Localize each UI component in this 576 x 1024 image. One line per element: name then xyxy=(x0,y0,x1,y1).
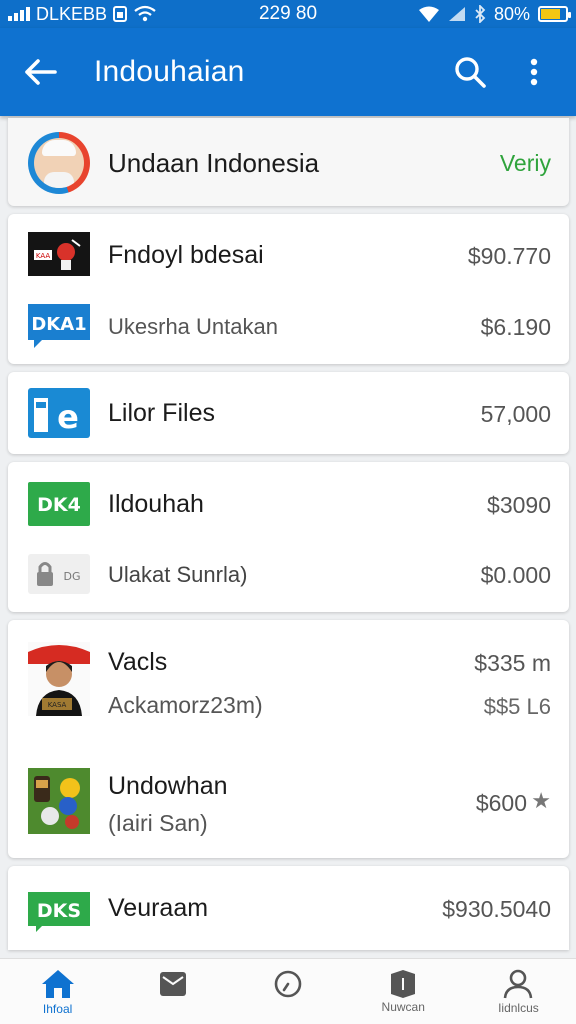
list-item[interactable]: DK4 Ildouhah $3090 xyxy=(8,462,569,542)
battery-icon xyxy=(538,6,571,22)
transaction-card: DK4 Ildouhah $3090 DG Ulakat Sunrla) $0.… xyxy=(8,462,569,612)
app-bar: Indouhaian xyxy=(0,28,576,116)
profile-card[interactable]: Undaan Indonesia Veriy xyxy=(8,118,569,206)
thumb-text: DKS xyxy=(37,900,81,922)
clock-icon xyxy=(274,970,302,997)
person-icon xyxy=(504,969,533,998)
nav-home[interactable]: Ihfoal xyxy=(0,959,115,1024)
transaction-card: KASA Vacls Ackamorz23m) $335 m $$5 L6 Un… xyxy=(8,620,569,858)
list-item[interactable]: KASA Vacls Ackamorz23m) $335 m $$5 L6 xyxy=(8,620,569,738)
item-subtitle: Ackamorz23m) xyxy=(108,692,263,718)
thumb-text: KASA xyxy=(48,701,67,709)
search-icon xyxy=(455,57,486,88)
verify-link[interactable]: Veriy xyxy=(500,150,551,177)
status-time: 229 80 xyxy=(258,3,318,24)
page-title: Indouhaian xyxy=(94,55,245,88)
search-button[interactable] xyxy=(446,48,494,96)
game-thumbnail-icon xyxy=(28,768,90,834)
item-amount: $600 xyxy=(475,790,527,816)
status-bar: DLKEBB 229 80 80% xyxy=(0,0,576,28)
bluetooth-icon xyxy=(475,5,486,23)
item-title: Veuraam xyxy=(108,894,209,922)
dk4-logo-icon: DK4 xyxy=(28,482,90,526)
item-title: Fndoyl bdesai xyxy=(108,241,264,269)
book-icon xyxy=(391,969,416,998)
item-amount: $930.5040 xyxy=(442,896,551,922)
back-button[interactable] xyxy=(20,52,60,92)
transaction-card: DKS Veuraam $930.5040 xyxy=(8,866,569,950)
avatar xyxy=(28,132,90,194)
list-item[interactable]: e Lilor Files 57,000 xyxy=(8,372,569,454)
thumb-text: DK4 xyxy=(37,494,81,516)
list-item[interactable]: DG Ulakat Sunrla) $0.000 xyxy=(8,542,569,612)
lock-icon: DG xyxy=(28,552,90,596)
item-amount: $90.770 xyxy=(467,243,551,269)
nav-label: Nuwcan xyxy=(381,999,425,1014)
nav-profile[interactable]: Iidnlcus xyxy=(461,959,576,1024)
item-amount: $3090 xyxy=(487,492,551,518)
person-photo-icon: KASA xyxy=(28,642,90,716)
signal-icon xyxy=(8,7,30,21)
list-item[interactable]: KAA Fndoyl bdesai $90.770 xyxy=(8,214,569,294)
list-item[interactable]: Undowhan (Iairi San) $600 ★ xyxy=(8,738,569,858)
star-icon[interactable]: ★ xyxy=(531,788,551,814)
transaction-card: e Lilor Files 57,000 xyxy=(8,372,569,454)
thumb-text: DG xyxy=(64,570,81,583)
item-amount: 57,000 xyxy=(480,401,551,427)
nav-mail[interactable] xyxy=(115,959,230,1024)
dka-logo-icon: DKA1 xyxy=(28,304,90,348)
wifi-signal-icon xyxy=(418,6,439,22)
more-options-button[interactable] xyxy=(510,48,558,96)
dks-logo-icon: DKS xyxy=(28,888,90,932)
carrier-name: DLKEBB xyxy=(36,3,108,24)
item-title: Lilor Files xyxy=(108,399,215,427)
nav-label: Iidnlcus xyxy=(498,1000,539,1015)
nav-label: Ihfoal xyxy=(42,1001,73,1016)
item-title: Ildouhah xyxy=(108,490,204,518)
thumb-text: e xyxy=(57,398,79,436)
item-title: Ulakat Sunrla) xyxy=(108,562,248,587)
item-amount: $335 m xyxy=(474,650,551,676)
nav-history[interactable] xyxy=(230,959,345,1024)
item-title: Vacls xyxy=(108,648,168,676)
thumb-text: DKA1 xyxy=(31,314,86,335)
battery-percent: 80% xyxy=(493,3,530,24)
tv-thumbnail-icon: KAA xyxy=(28,232,90,276)
files-app-icon: e xyxy=(28,388,90,438)
nav-library[interactable]: Nuwcan xyxy=(346,959,461,1024)
item-title: Ukesrha Untakan xyxy=(108,314,278,339)
item-amount: $6.190 xyxy=(480,314,551,340)
item-subtitle: (Iairi San) xyxy=(108,810,208,836)
more-vert-icon xyxy=(530,58,538,86)
arrow-left-icon xyxy=(25,59,57,85)
bottom-nav: Ihfoal Nuwcan Iidnlcus xyxy=(0,958,576,1024)
item-amount-secondary: $$5 L6 xyxy=(483,694,551,719)
item-title: Undowhan xyxy=(108,772,228,800)
thumb-text: KAA xyxy=(36,252,50,260)
sim-icon xyxy=(113,6,128,22)
transaction-card: KAA Fndoyl bdesai $90.770 DKA1 Ukesrha U… xyxy=(8,214,569,364)
cell-signal-icon xyxy=(448,7,465,21)
list-item[interactable]: DKA1 Ukesrha Untakan $6.190 xyxy=(8,294,569,364)
item-amount: $0.000 xyxy=(480,562,551,588)
home-icon xyxy=(41,969,74,998)
mail-icon xyxy=(159,971,186,996)
list-item[interactable]: DKS Veuraam $930.5040 xyxy=(8,866,569,950)
wifi-icon xyxy=(134,5,156,22)
profile-name: Undaan Indonesia xyxy=(108,148,320,178)
